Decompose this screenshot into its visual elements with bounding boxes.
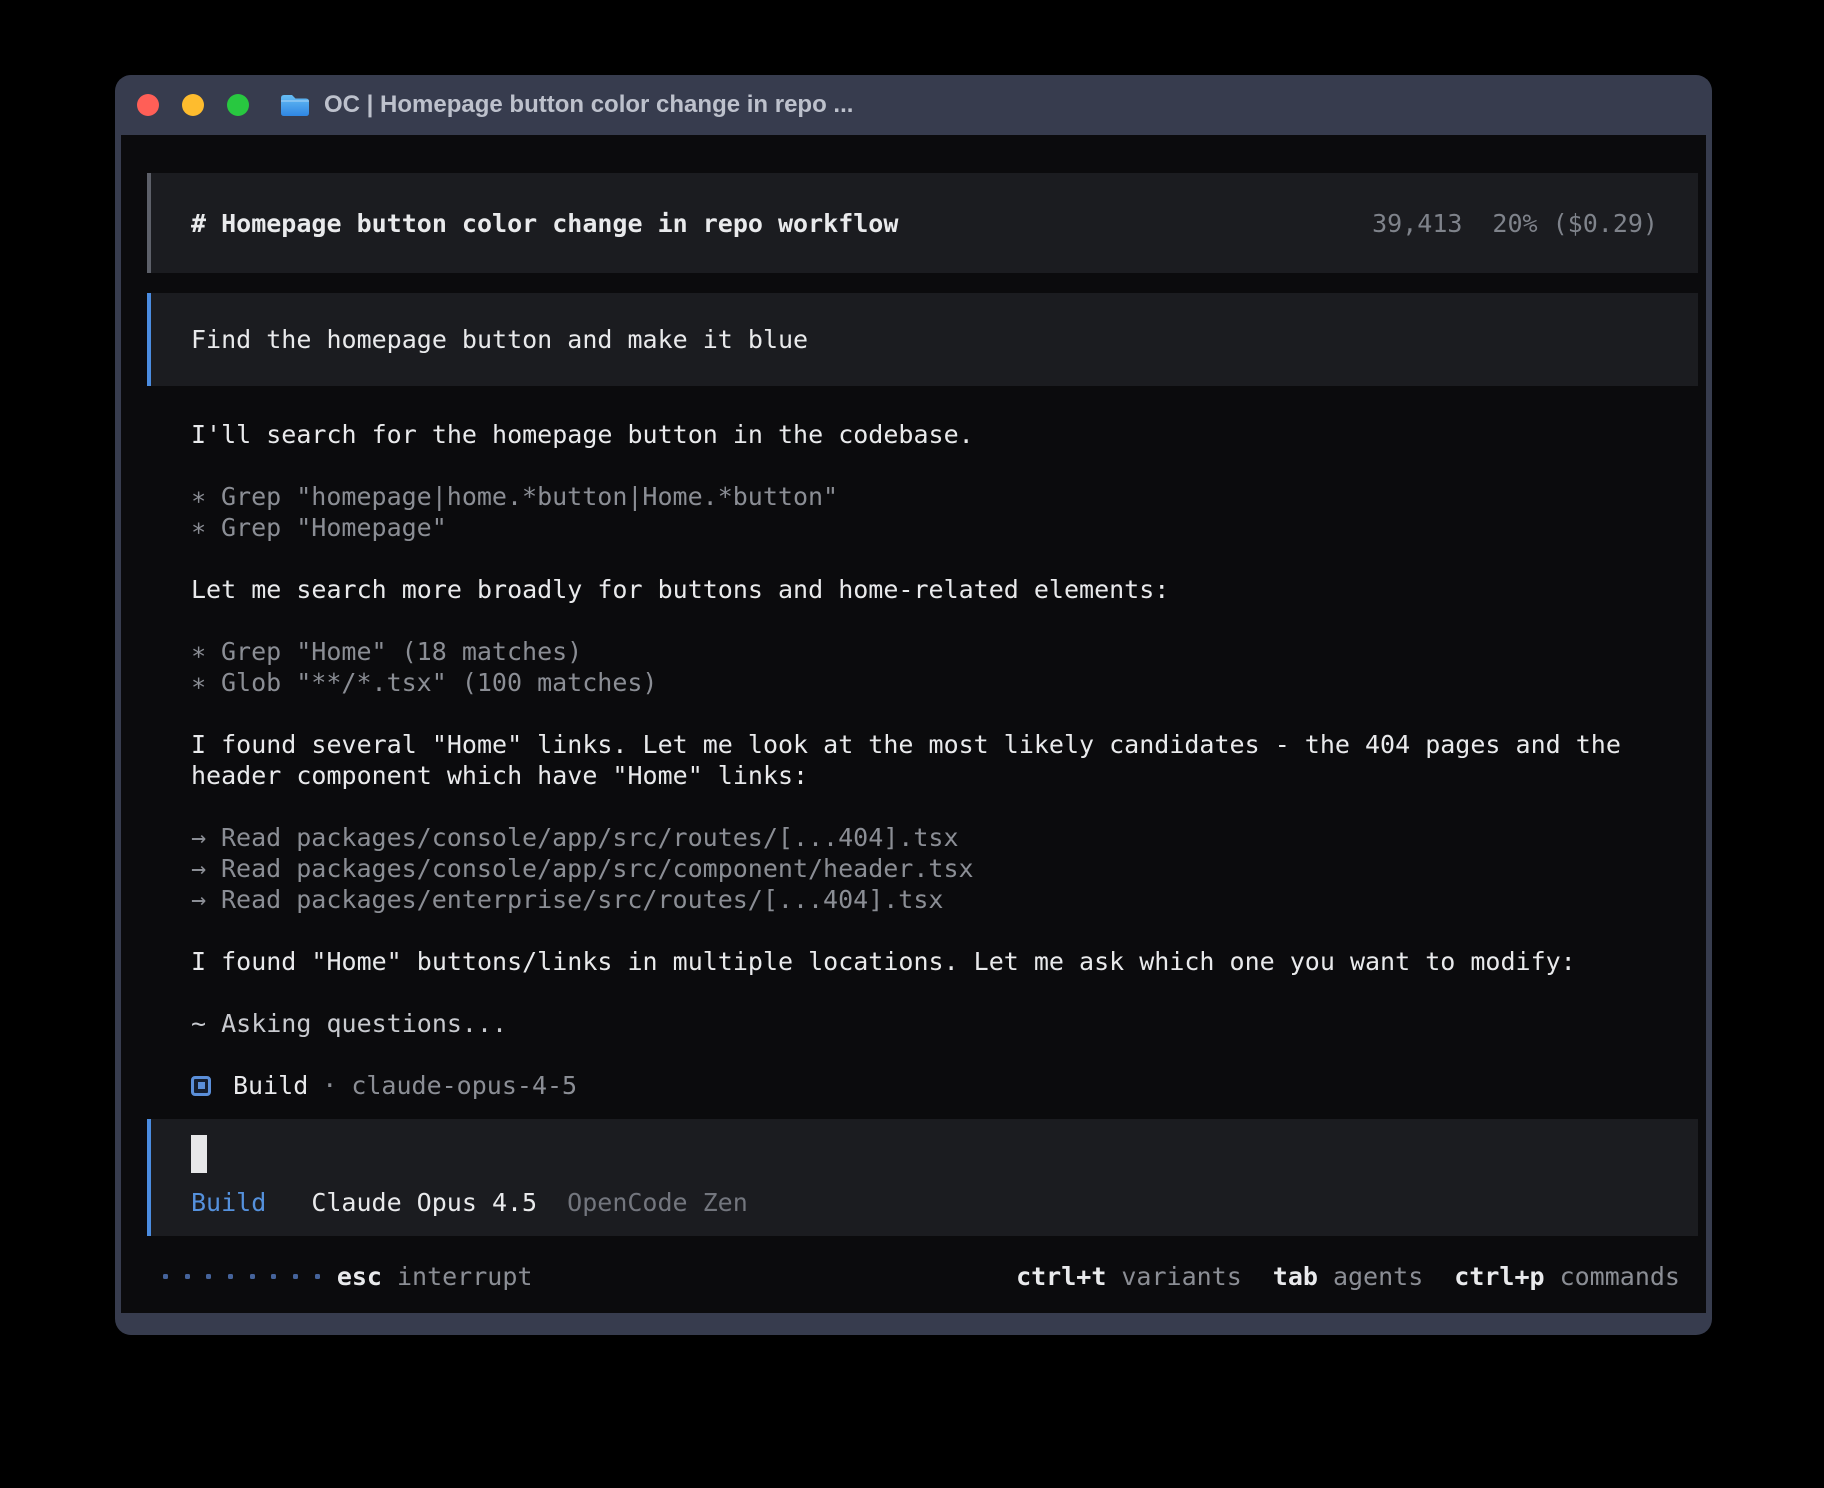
agents-label: agents [1333,1262,1423,1291]
assistant-paragraph: I'll search for the homepage button in t… [191,419,1698,450]
esc-key: esc [337,1262,382,1291]
tool-call-text: Grep "Homepage" [221,513,447,542]
tool-call-line: ∗ Glob "**/*.tsx" (100 matches) [191,667,1698,698]
agent-badge: Build · claude-opus-4-5 [191,1070,1698,1101]
tool-call-text: Glob "**/*.tsx" (100 matches) [221,668,658,697]
asterisk-icon: ∗ [191,481,206,512]
window-title: OC | Homepage button color change in rep… [324,91,853,119]
esc-label: interrupt [397,1262,532,1291]
model-label[interactable]: Claude Opus 4.5 [311,1188,537,1217]
folder-icon [278,91,312,119]
variants-label: variants [1121,1262,1241,1291]
traffic-lights [137,94,249,116]
agent-model: claude-opus-4-5 [351,1070,577,1101]
tool-call-text: Read packages/enterprise/src/routes/[...… [221,885,943,914]
tool-call-group: ∗ Grep "Home" (18 matches) ∗ Glob "**/*.ts… [191,636,1698,698]
commands-label: commands [1560,1262,1680,1291]
status-line: ~ Asking questions... [191,1008,1698,1039]
asterisk-icon: ∗ [191,512,206,543]
token-count: 39,413 [1372,209,1462,238]
tool-call-line: → Read packages/console/app/src/component… [191,853,1698,884]
session-title: # Homepage button color change in repo w… [191,208,898,239]
shortcut-commands: ctrl+p commands [1454,1261,1680,1292]
tool-call-line: ∗ Grep "Homepage" [191,512,1698,543]
tool-call-line: → Read packages/console/app/src/routes/[.… [191,822,1698,853]
assistant-paragraph: I found "Home" buttons/links in multiple… [191,946,1698,977]
prompt-input[interactable]: Build Claude Opus 4.5 OpenCode Zen [147,1119,1698,1236]
tool-call-line: ∗ Grep "Home" (18 matches) [191,636,1698,667]
maximize-button[interactable] [227,94,249,116]
tool-call-group: ∗ Grep "homepage|home.*button|Home.*butto… [191,481,1698,543]
asterisk-icon: ∗ [191,636,206,667]
text-cursor [191,1135,207,1173]
status-bar: esc interrupt ctrl+t variants tab agents ct… [147,1261,1698,1292]
progress-spinner [163,1274,320,1279]
tool-call-text: Grep "homepage|home.*button|Home.*button… [221,482,838,511]
mode-label[interactable]: Build [191,1188,266,1217]
dot-separator: · [322,1070,337,1101]
user-message: Find the homepage button and make it blu… [147,293,1698,386]
shortcut-interrupt: esc interrupt [337,1261,533,1292]
context-usage: 20% ($0.29) [1492,209,1658,238]
shortcut-variants: ctrl+t variants [1016,1261,1242,1292]
arrow-right-icon: → [191,884,206,915]
shortcut-agents: tab agents [1273,1261,1423,1292]
tool-call-line: ∗ Grep "homepage|home.*button|Home.*butto… [191,481,1698,512]
arrow-right-icon: → [191,853,206,884]
close-button[interactable] [137,94,159,116]
ctrl-t-key: ctrl+t [1016,1262,1106,1291]
terminal-content: # Homepage button color change in repo w… [121,135,1706,1313]
tool-call-text: Grep "Home" (18 matches) [221,637,582,666]
minimize-button[interactable] [182,94,204,116]
session-header: # Homepage button color change in repo w… [147,173,1698,273]
terminal-window: OC | Homepage button color change in rep… [115,75,1712,1335]
session-stats: 39,413 20% ($0.29) [1372,208,1658,239]
assistant-response: I'll search for the homepage button in t… [191,419,1698,1101]
agent-square-icon [191,1076,211,1096]
user-message-text: Find the homepage button and make it blu… [191,325,808,354]
tool-call-text: Read packages/console/app/src/component/… [221,854,974,883]
tool-call-group: → Read packages/console/app/src/routes/[.… [191,822,1698,915]
model-row: Build Claude Opus 4.5 OpenCode Zen [191,1187,1698,1218]
provider-label: OpenCode Zen [567,1188,748,1217]
window-titlebar[interactable]: OC | Homepage button color change in rep… [121,75,1706,135]
arrow-right-icon: → [191,822,206,853]
tab-key: tab [1273,1262,1318,1291]
shortcut-group: ctrl+t variants tab agents ctrl+p commands [1016,1261,1680,1292]
asterisk-icon: ∗ [191,667,206,698]
ctrl-p-key: ctrl+p [1454,1262,1544,1291]
tool-call-line: → Read packages/enterprise/src/routes/[..… [191,884,1698,915]
tool-call-text: Read packages/console/app/src/routes/[..… [221,823,959,852]
assistant-paragraph: I found several "Home" links. Let me loo… [191,729,1698,791]
assistant-paragraph: Let me search more broadly for buttons a… [191,574,1698,605]
agent-name: Build [233,1070,308,1101]
